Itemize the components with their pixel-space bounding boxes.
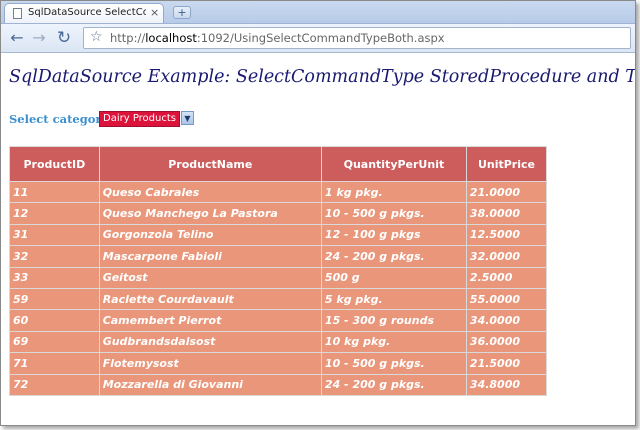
cell-price: 34.0000 bbox=[465, 309, 548, 332]
cell-quantity: 10 - 500 g pkgs. bbox=[320, 202, 467, 225]
cell-price: 12.5000 bbox=[465, 223, 548, 247]
cell-price: 21.0000 bbox=[465, 180, 548, 204]
cell-productid: 11 bbox=[9, 180, 100, 204]
cell-productid: 32 bbox=[9, 245, 100, 268]
reload-icon[interactable]: ↻ bbox=[54, 28, 74, 48]
cell-price: 2.5000 bbox=[465, 266, 548, 289]
forward-arrow-icon[interactable]: → bbox=[29, 28, 49, 48]
close-tab-icon[interactable]: × bbox=[150, 6, 159, 19]
page-title: SqlDataSource Example: SelectCommandType… bbox=[9, 67, 636, 87]
header-unitprice: UnitPrice bbox=[465, 146, 548, 182]
cell-productid: 72 bbox=[9, 373, 100, 396]
table-row: 69 Gudbrandsdalsost 10 kg pkg. 36.0000 bbox=[9, 330, 548, 354]
cell-productid: 60 bbox=[9, 309, 100, 332]
cell-quantity: 10 - 500 g pkgs. bbox=[320, 352, 467, 375]
tab-title: SqlDataSource SelectComm… bbox=[28, 7, 146, 18]
products-grid: ProductID ProductName QuantityPerUnit Un… bbox=[9, 146, 548, 396]
cell-productname: Raclette Courdavault bbox=[98, 287, 322, 311]
cell-price: 34.8000 bbox=[465, 373, 548, 396]
browser-tab[interactable]: SqlDataSource SelectComm… × bbox=[4, 3, 164, 23]
chevron-down-icon[interactable]: ▼ bbox=[181, 111, 194, 125]
url-text[interactable]: http://localhost:1092/UsingSelectCommand… bbox=[110, 31, 445, 45]
table-row: 12 Queso Manchego La Pastora 10 - 500 g pk… bbox=[9, 202, 548, 225]
table-row: 71 Flotemysost 10 - 500 g pkgs. 21.5000 bbox=[9, 352, 548, 375]
cell-quantity: 1 kg pkg. bbox=[320, 180, 467, 204]
cell-quantity: 500 g bbox=[320, 266, 467, 289]
cell-quantity: 24 - 200 g pkgs. bbox=[320, 245, 467, 268]
cell-price: 38.0000 bbox=[465, 202, 548, 225]
star-icon[interactable]: ☆ bbox=[90, 29, 103, 45]
cell-productname: Camembert Pierrot bbox=[98, 309, 322, 332]
address-bar[interactable]: ☆ http://localhost:1092/UsingSelectComma… bbox=[83, 27, 631, 49]
page-icon bbox=[13, 8, 22, 19]
category-select[interactable]: Dairy Products ▼ bbox=[99, 111, 194, 127]
cell-quantity: 15 - 300 g rounds bbox=[320, 309, 467, 332]
cell-price: 55.0000 bbox=[465, 287, 548, 311]
table-row: 59 Raclette Courdavault 5 kg pkg. 55.0000 bbox=[9, 287, 548, 311]
cell-productid: 12 bbox=[9, 202, 100, 225]
cell-quantity: 24 - 200 g pkgs. bbox=[320, 373, 467, 396]
cell-price: 32.0000 bbox=[465, 245, 548, 268]
select-category-label: Select category bbox=[9, 112, 109, 126]
header-productname: ProductName bbox=[98, 146, 322, 182]
cell-productname: Mozzarella di Giovanni bbox=[98, 373, 322, 396]
table-row: 31 Gorgonzola Telino 12 - 100 g pkgs 12.500… bbox=[9, 223, 548, 247]
cell-productname: Flotemysost bbox=[98, 352, 322, 375]
cell-productid: 71 bbox=[9, 352, 100, 375]
cell-quantity: 5 kg pkg. bbox=[320, 287, 467, 311]
table-row: 33 Geitost 500 g 2.5000 bbox=[9, 266, 548, 289]
table-row: 11 Queso Cabrales 1 kg pkg. 21.0000 bbox=[9, 180, 548, 204]
browser-toolbar: ← → ↻ ☆ http://localhost:1092/UsingSelec… bbox=[1, 24, 635, 53]
table-row: 72 Mozzarella di Giovanni 24 - 200 g pkgs.… bbox=[9, 373, 548, 396]
cell-quantity: 12 - 100 g pkgs bbox=[320, 223, 467, 247]
grid-header-row: ProductID ProductName QuantityPerUnit Un… bbox=[9, 146, 548, 182]
cell-productname: Gorgonzola Telino bbox=[98, 223, 322, 247]
header-quantityperunit: QuantityPerUnit bbox=[320, 146, 467, 182]
cell-productid: 69 bbox=[9, 330, 100, 354]
browser-window: SqlDataSource SelectComm… × + ← → ↻ ☆ ht… bbox=[0, 0, 636, 426]
back-arrow-icon[interactable]: ← bbox=[7, 28, 27, 48]
cell-productname: Queso Manchego La Pastora bbox=[98, 202, 322, 225]
header-productid: ProductID bbox=[9, 146, 100, 182]
category-select-value[interactable]: Dairy Products bbox=[99, 111, 180, 127]
table-row: 60 Camembert Pierrot 15 - 300 g rounds 34.0… bbox=[9, 309, 548, 332]
cell-price: 36.0000 bbox=[465, 330, 548, 354]
cell-productname: Geitost bbox=[98, 266, 322, 289]
page-content: SqlDataSource Example: SelectCommandType… bbox=[1, 53, 635, 425]
cell-productname: Mascarpone Fabioli bbox=[98, 245, 322, 268]
cell-productid: 59 bbox=[9, 287, 100, 311]
cell-price: 21.5000 bbox=[465, 352, 548, 375]
cell-productname: Gudbrandsdalsost bbox=[98, 330, 322, 354]
cell-productid: 31 bbox=[9, 223, 100, 247]
tab-strip: SqlDataSource SelectComm… × + bbox=[1, 1, 635, 24]
cell-quantity: 10 kg pkg. bbox=[320, 330, 467, 354]
cell-productid: 33 bbox=[9, 266, 100, 289]
table-row: 32 Mascarpone Fabioli 24 - 200 g pkgs. 32.0… bbox=[9, 245, 548, 268]
new-tab-button[interactable]: + bbox=[173, 6, 191, 19]
cell-productname: Queso Cabrales bbox=[98, 180, 322, 204]
